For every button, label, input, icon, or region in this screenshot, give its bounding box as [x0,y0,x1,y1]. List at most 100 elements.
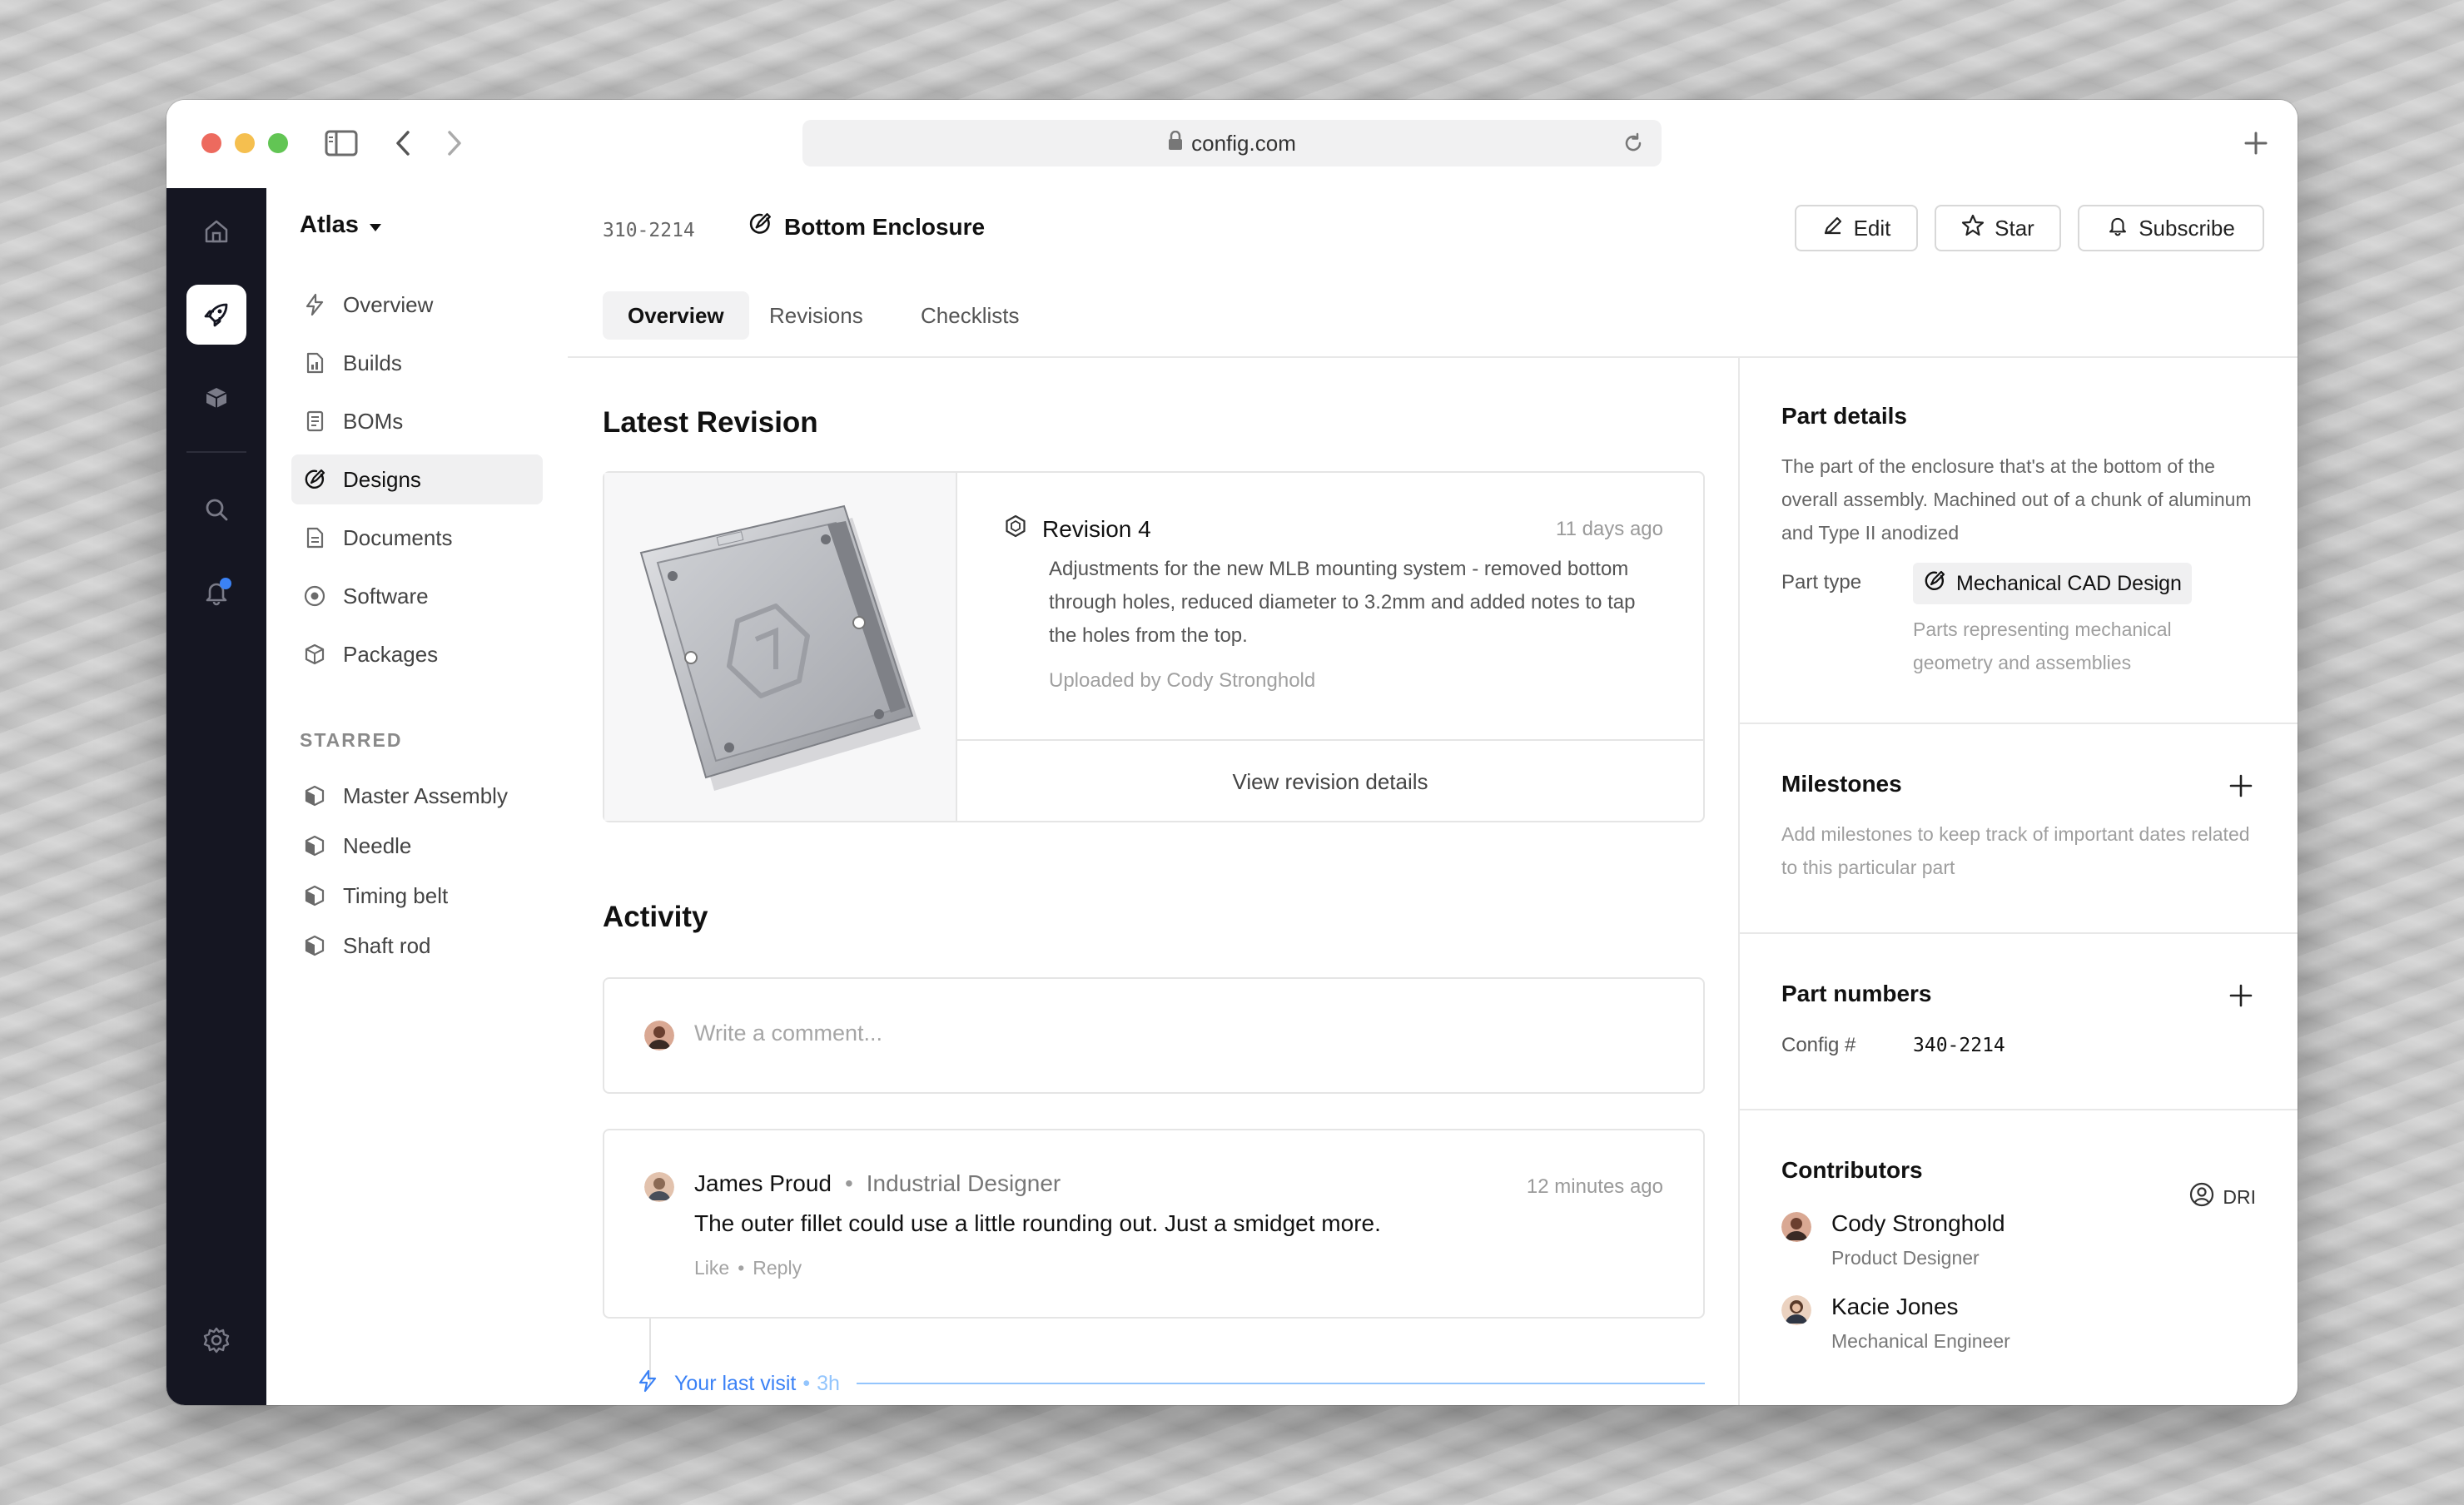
last-visit-marker: Your last visit • 3h [603,1367,1705,1400]
subscribe-button[interactable]: Subscribe [2078,205,2264,251]
notifications-icon[interactable] [186,563,246,623]
part-numbers-section: Part numbers Config # 340-2214 [1740,934,2298,1110]
home-icon[interactable] [186,201,246,261]
nav-item-overview[interactable]: Overview [291,280,543,330]
last-visit-label: Your last visit [674,1371,797,1395]
tab-revisions[interactable]: Revisions [744,291,888,340]
starred-item-needle[interactable]: Needle [291,821,543,871]
dri-label: DRI [2223,1185,2256,1208]
details-panel: Part details The part of the enclosure t… [1740,358,2298,1405]
contributors-heading: Contributors [1781,1157,1923,1183]
starred-item-master-assembly[interactable]: Master Assembly [291,771,543,821]
post-author[interactable]: James Proud [694,1170,832,1197]
view-revision-details-button[interactable]: View revision details [957,739,1703,822]
forward-icon[interactable] [435,123,474,163]
part-details-heading: Part details [1781,403,1907,429]
contributor-role: Mechanical Engineer [1831,1330,2010,1352]
sidebar-toggle-icon[interactable] [321,123,361,163]
package-icon [300,639,330,669]
revision-time: 11 days ago [1556,518,1663,540]
cube-icon [300,781,330,811]
dri-badge: DRI [2189,1182,2256,1212]
revision-card: Revision 4 11 days ago Adjustments for t… [603,471,1705,822]
star-icon [1961,214,1985,243]
address-bar[interactable]: config.com [802,120,1662,166]
tab-checklists[interactable]: Checklists [896,291,1044,340]
nav-item-label: Builds [343,350,402,375]
nav-item-boms[interactable]: BOMs [291,396,543,446]
back-icon[interactable] [383,123,423,163]
post-author-role: Industrial Designer [866,1170,1061,1196]
starred-item-shaft-rod[interactable]: Shaft rod [291,921,543,971]
document-icon [300,523,330,553]
add-milestone-plus-icon[interactable] [2226,771,2256,801]
workspace-switcher[interactable]: Atlas [300,211,382,239]
nav-item-label: Documents [343,524,453,550]
page-title: Bottom Enclosure [748,211,985,242]
post-time: 12 minutes ago [1526,1175,1663,1198]
contributor-name[interactable]: Cody Stronghold [1831,1210,2005,1237]
contributor-name[interactable]: Kacie Jones [1831,1294,1959,1320]
builds-icon [300,348,330,378]
nav-item-builds[interactable]: Builds [291,338,543,388]
app-rail [166,188,266,1405]
part-number-label: Config # [1781,1034,1856,1056]
revision-thumbnail[interactable] [604,473,957,821]
software-icon [300,581,330,611]
page-title-text: Bottom Enclosure [784,213,986,240]
like-link[interactable]: Like [694,1257,729,1279]
close-window-button[interactable] [201,133,221,153]
cube-icon[interactable] [186,368,246,428]
reload-icon[interactable] [1618,128,1648,158]
nav-item-designs[interactable]: Designs [291,454,543,504]
overview-content: Latest Revision Revision 4 11 days ago A… [568,358,1740,1405]
revision-title[interactable]: Revision 4 [1004,514,1151,544]
starred-item-label: Shaft rod [343,932,431,958]
bell-icon [2107,215,2129,242]
milestones-heading: Milestones [1781,771,1902,797]
new-tab-icon[interactable] [2236,123,2276,163]
star-button[interactable]: Star [1935,205,2061,251]
enclosure-render-image [639,504,921,791]
milestones-section: Milestones Add milestones to keep track … [1740,724,2298,934]
comment-placeholder: Write a comment... [694,1021,883,1046]
post-actions: Like • Reply [694,1257,802,1279]
part-number: 310-2214 [603,220,695,241]
activity-post: James Proud • Industrial Designer 12 min… [603,1129,1705,1319]
cube-icon [300,931,330,961]
cube-icon [300,881,330,911]
starred-item-label: Needle [343,832,412,858]
nav-item-documents[interactable]: Documents [291,513,543,563]
workspace-name: Atlas [300,211,359,238]
part-numbers-heading: Part numbers [1781,981,1932,1006]
user-avatar[interactable] [186,1393,246,1405]
edit-button[interactable]: Edit [1795,205,1918,251]
hexagon-icon [1004,514,1027,544]
avatar [1781,1295,1811,1325]
settings-gear-icon[interactable] [186,1310,246,1370]
cube-icon [300,831,330,861]
starred-item-timing-belt[interactable]: Timing belt [291,871,543,921]
nav-sidebar: Atlas Overview Builds BOMs Designs Docum… [266,188,569,1405]
comment-input-box[interactable]: Write a comment... [603,977,1705,1094]
rocket-icon[interactable] [186,285,246,345]
revision-info: Revision 4 11 days ago Adjustments for t… [957,473,1703,739]
part-number-value: 340-2214 [1913,1035,2005,1056]
nav-item-label: Overview [343,291,434,317]
part-type-badge[interactable]: Mechanical CAD Design [1913,563,2192,604]
tab-overview[interactable]: Overview [603,291,749,340]
search-icon[interactable] [186,479,246,539]
add-part-number-plus-icon[interactable] [2226,981,2256,1011]
minimize-window-button[interactable] [235,133,255,153]
milestones-hint: Add milestones to keep track of importan… [1781,823,2250,878]
nav-item-software[interactable]: Software [291,571,543,621]
reply-link[interactable]: Reply [753,1257,802,1279]
nav-item-packages[interactable]: Packages [291,629,543,679]
starred-section-label: STARRED [300,729,403,751]
contributor-role: Product Designer [1831,1247,1980,1269]
zoom-window-button[interactable] [268,133,288,153]
contributors-section: Contributors Cody Stronghold Product Des… [1740,1110,2298,1405]
avatar [644,1172,674,1202]
activity-heading: Activity [603,901,708,933]
revision-title-text: Revision 4 [1042,515,1151,542]
